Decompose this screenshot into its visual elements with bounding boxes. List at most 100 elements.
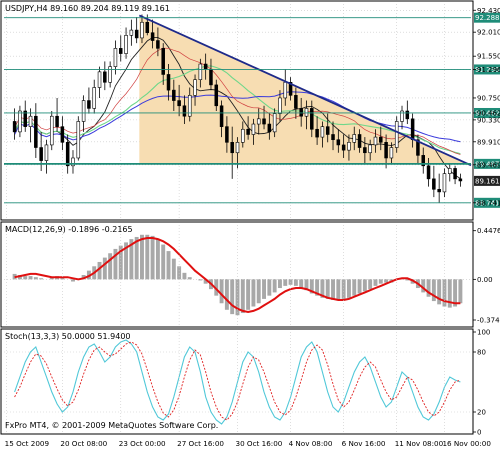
- candle-body: [108, 66, 112, 83]
- macd-histogram-bar: [224, 279, 229, 310]
- candle-body: [182, 105, 187, 117]
- candle-body: [304, 108, 309, 117]
- candle-body: [60, 126, 65, 143]
- macd-histogram-bar: [187, 277, 192, 280]
- candle-body: [373, 136, 378, 146]
- candle-body: [336, 139, 341, 146]
- candle-body: [251, 123, 256, 135]
- candle-body: [299, 108, 303, 117]
- macd-histogram-bar: [39, 278, 44, 280]
- candle-body: [225, 126, 229, 143]
- candle-body: [166, 74, 171, 91]
- candle-body: [230, 142, 234, 154]
- stoch-header: Stoch(13,3,3) 50.0000 51.9400: [5, 332, 131, 341]
- candle-body: [118, 48, 123, 54]
- candle-body: [310, 108, 314, 130]
- candle-body: [177, 100, 181, 107]
- macd-histogram-bar: [102, 257, 107, 280]
- x-tick-label: 27 Oct 16:00: [177, 439, 224, 448]
- candle-body: [145, 21, 150, 34]
- candle-body: [331, 134, 335, 141]
- candle-body: [235, 142, 240, 154]
- macd-histogram-bar: [368, 279, 373, 290]
- candle-body: [458, 178, 463, 182]
- macd-histogram-bar: [177, 266, 182, 280]
- macd-histogram-bar: [352, 279, 357, 296]
- candle-body: [389, 147, 394, 159]
- candle-body: [325, 126, 330, 135]
- price-tick-label: 90.750: [477, 94, 500, 102]
- macd-histogram-bar: [71, 279, 75, 282]
- candle-body: [55, 115, 59, 127]
- candle-body: [448, 168, 452, 174]
- macd-histogram-bar: [251, 279, 256, 307]
- candle-body: [161, 48, 165, 75]
- macd-tick-label: 0.4476: [477, 227, 500, 235]
- candle-body: [278, 97, 282, 114]
- macd-histogram-bar: [198, 279, 203, 281]
- x-tick-label: 15 Oct 2009: [5, 439, 50, 448]
- candle-body: [283, 81, 288, 99]
- candle-body: [44, 144, 49, 161]
- candle-body: [214, 84, 219, 107]
- macd-histogram-bar: [150, 235, 155, 280]
- candle-body: [341, 144, 346, 151]
- candle-body: [426, 165, 431, 180]
- macd-histogram-bar: [299, 279, 304, 289]
- macd-histogram-bar: [246, 279, 251, 310]
- candle-body: [150, 32, 155, 41]
- macd-histogram-bar: [23, 276, 28, 280]
- candle-body: [28, 115, 33, 127]
- candle-body: [12, 121, 17, 133]
- chart-root: 92.28891.29690.46289.48789.16188.741 92.…: [0, 0, 500, 450]
- x-tick-label: 11 Nov 08:00: [395, 439, 444, 448]
- candle-body: [294, 95, 298, 109]
- x-tick-label: 30 Oct 16:00: [236, 439, 283, 448]
- macd-histogram-bar: [267, 279, 272, 296]
- candle-body: [267, 123, 272, 133]
- candle-body: [140, 21, 144, 39]
- candle-body: [363, 147, 367, 154]
- candle-body: [34, 115, 38, 148]
- macd-histogram-bar: [262, 279, 266, 299]
- macd-histogram-bar: [331, 279, 335, 300]
- x-tick-label: 16 Nov 00:00: [442, 439, 491, 448]
- macd-histogram-bar: [283, 279, 288, 286]
- candle-body: [124, 35, 128, 54]
- candle-body: [368, 144, 372, 154]
- macd-histogram-bar: [277, 279, 282, 289]
- candle-body: [379, 136, 383, 143]
- candle-body: [76, 121, 81, 159]
- candle-body: [262, 118, 266, 125]
- macd-histogram-bar: [431, 279, 436, 302]
- macd-histogram-bar: [108, 253, 113, 280]
- macd-histogram-bar: [373, 279, 378, 286]
- candle-body: [113, 48, 118, 67]
- candle-body: [209, 68, 213, 86]
- candle-body: [193, 79, 197, 96]
- footer-brand: FxPro MT4, © 2001-2009 MetaQuotes Softwa…: [5, 421, 218, 430]
- candle-body: [272, 113, 277, 133]
- x-tick-label: 20 Oct 08:00: [60, 439, 107, 448]
- candle-body: [65, 142, 70, 167]
- candle-body: [241, 128, 245, 143]
- macd-header: MACD(12,26,9) -0.1896 -0.2165: [5, 225, 133, 234]
- macd-histogram-bar: [293, 279, 298, 286]
- candle-body: [81, 100, 86, 122]
- price-header: USDJPY,H4 89.160 89.204 89.119 89.161: [5, 4, 170, 13]
- macd-histogram-bar: [458, 279, 463, 304]
- candle-body: [97, 71, 102, 88]
- candle-body: [315, 128, 319, 138]
- candle-body: [394, 121, 399, 148]
- candle-body: [347, 142, 351, 151]
- macd-histogram-bar: [325, 279, 330, 299]
- macd-tick-label: 0.00: [477, 276, 493, 284]
- macd-histogram-bar: [362, 279, 367, 292]
- candle-body: [156, 40, 160, 49]
- macd-histogram-bar: [230, 279, 235, 315]
- candle-body: [405, 110, 410, 120]
- macd-histogram-bar: [155, 239, 160, 280]
- price-tick-label: 92.430: [477, 7, 500, 15]
- candle-body: [203, 63, 208, 70]
- price-tick-label: 89.469: [477, 161, 500, 169]
